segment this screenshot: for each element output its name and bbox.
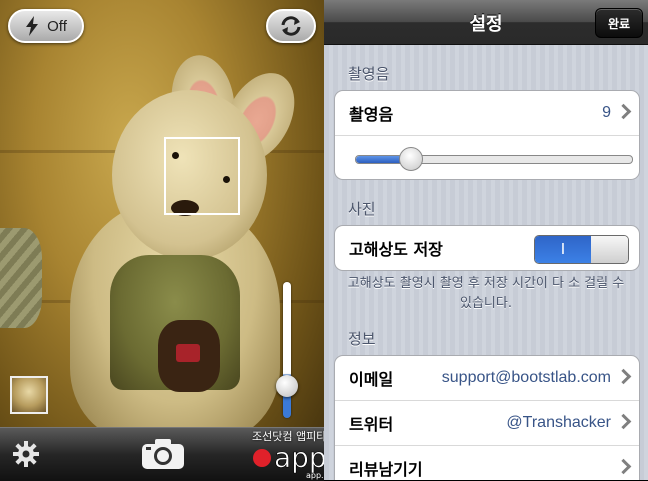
flash-icon — [26, 16, 39, 36]
chevron-right-icon — [615, 103, 632, 120]
domo-mouth — [176, 344, 200, 362]
sound-value: 9 — [602, 104, 611, 121]
email-label: 이메일 — [349, 370, 394, 389]
flash-button[interactable]: Off — [8, 9, 84, 43]
email-value: support@bootstlab.com — [441, 369, 611, 386]
twitter-value: @Transhacker — [506, 414, 611, 431]
settings-panel: 설정 완료 촬영음 촬영음 9 사진 고해상도 저장 I 고해상도 촬영시 촬영… — [324, 0, 648, 480]
sound-label: 촬영음 — [349, 105, 394, 124]
volume-slider-row — [335, 136, 639, 179]
sound-group: 촬영음 9 — [334, 90, 640, 180]
volume-slider-knob[interactable] — [399, 147, 424, 171]
gear-icon[interactable] — [12, 440, 40, 468]
switch-camera-button[interactable] — [266, 9, 316, 43]
camera-icon — [142, 439, 184, 469]
info-group: 이메일 support@bootstlab.com 트위터 @Transhack… — [334, 355, 640, 480]
hires-footer-note: 고해상도 촬영시 촬영 후 저장 시간이 다 소 걸릴 수 있습니다. — [347, 276, 625, 311]
twitter-label: 트위터 — [349, 415, 394, 434]
chevron-right-icon — [615, 368, 632, 385]
chevron-right-icon — [615, 413, 632, 430]
hires-row: 고해상도 저장 I — [335, 226, 639, 270]
volume-slider-track[interactable] — [355, 155, 633, 164]
section-header-photo: 사진 — [348, 200, 376, 218]
hires-toggle[interactable]: I — [534, 235, 629, 264]
hires-label: 고해상도 저장 — [349, 240, 443, 259]
camera-viewfinder[interactable]: Off — [0, 0, 324, 480]
photo-group: 고해상도 저장 I — [334, 225, 640, 271]
toggle-on-indicator: I — [535, 236, 591, 263]
sound-row[interactable]: 촬영음 9 — [335, 91, 639, 136]
focus-box — [164, 137, 240, 215]
last-photo-thumbnail[interactable] — [10, 376, 48, 414]
zoom-slider-knob[interactable] — [276, 375, 298, 397]
zoom-slider-track[interactable] — [283, 282, 291, 418]
section-header-info: 정보 — [348, 330, 376, 348]
pillow — [0, 228, 42, 328]
flash-label: Off — [47, 17, 67, 35]
review-label: 리뷰남기기 — [349, 460, 423, 479]
section-header-sound: 촬영음 — [348, 65, 390, 83]
review-row[interactable]: 리뷰남기기 — [335, 446, 639, 480]
done-button[interactable]: 완료 — [595, 8, 643, 38]
chevron-right-icon — [615, 458, 632, 475]
shutter-button[interactable] — [138, 434, 188, 474]
navigation-bar: 설정 완료 — [324, 0, 648, 45]
switch-camera-icon — [281, 16, 301, 36]
twitter-row[interactable]: 트위터 @Transhacker — [335, 401, 639, 446]
toggle-thumb — [591, 236, 628, 263]
email-row[interactable]: 이메일 support@bootstlab.com — [335, 356, 639, 401]
